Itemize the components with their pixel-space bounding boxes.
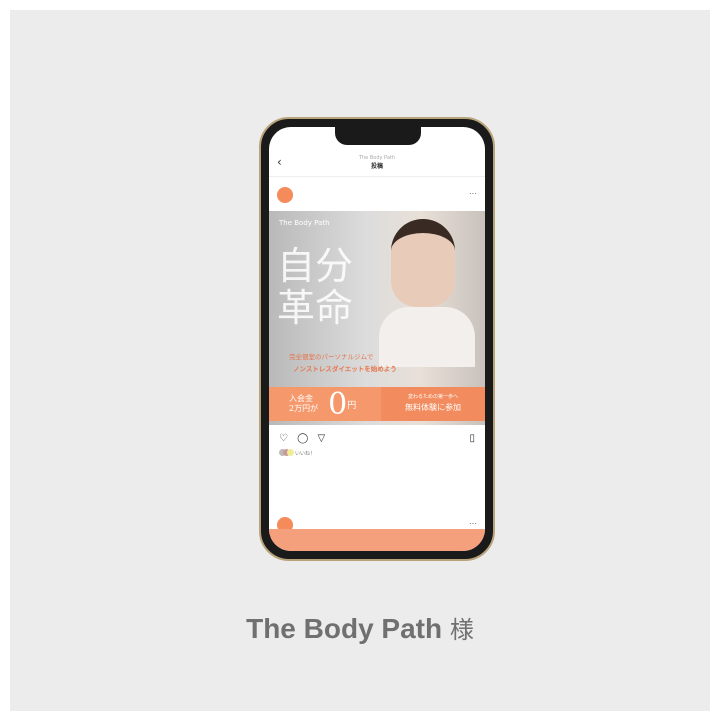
next-post-preview	[269, 529, 485, 551]
client-caption: The Body Path 様	[0, 610, 720, 645]
fee-label: 入会金	[289, 394, 313, 403]
back-icon[interactable]: ‹	[277, 155, 282, 169]
cta-main: 無料体験に参加	[405, 403, 461, 412]
post-image: The Body Path 自分革命 完全個室のパーソナルジムで ノンストレスダ…	[269, 211, 485, 425]
header-title: 投稿	[370, 163, 383, 170]
share-icon[interactable]: ▽	[318, 433, 326, 444]
more-icon[interactable]: …	[469, 187, 477, 196]
phone-screen: ‹ The Body Path 投稿 … The Body Path 自分革命 …	[269, 127, 485, 551]
next-more-icon[interactable]: …	[469, 517, 477, 526]
comment-icon[interactable]: ◯	[297, 433, 308, 444]
model-body	[379, 307, 475, 367]
model-photo	[391, 219, 455, 307]
cta-sub: 変わるための第一歩へ	[407, 394, 458, 400]
fee-now: 0	[328, 386, 348, 422]
heart-icon[interactable]: ♡	[279, 433, 288, 444]
post-header: ‹ The Body Path 投稿	[269, 151, 485, 177]
likes-row: いいね！	[279, 449, 315, 458]
fee-unit: 円	[347, 400, 357, 411]
client-suffix: 様	[449, 617, 474, 644]
avatar[interactable]	[277, 187, 293, 203]
post-headline: 自分革命	[277, 244, 354, 330]
background-frame: ‹ The Body Path 投稿 … The Body Path 自分革命 …	[10, 10, 710, 711]
offer-banner: 入会金 2万円が 0円 変わるための第一歩へ 無料体験に参加	[269, 386, 485, 422]
bookmark-icon[interactable]: ▯	[469, 433, 475, 444]
post-copy-1: 完全個室のパーソナルジムで	[289, 353, 374, 361]
post-copy-2: ノンストレスダイエットを始めよう	[293, 365, 397, 373]
post-actions: ♡ ◯ ▽ ▯	[279, 433, 475, 444]
phone-mockup: ‹ The Body Path 投稿 … The Body Path 自分革命 …	[259, 117, 495, 561]
client-name: The Body Path	[246, 613, 443, 644]
likes-text[interactable]: いいね！	[295, 450, 315, 457]
fee-original: 2万円が	[289, 404, 319, 413]
post-brand: The Body Path	[279, 219, 330, 227]
notch	[335, 127, 421, 145]
